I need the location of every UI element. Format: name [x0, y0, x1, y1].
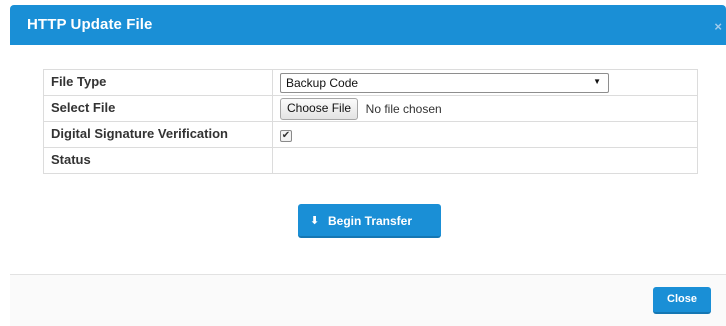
table-row: Select File Choose File No file chosen — [43, 95, 698, 122]
begin-transfer-button[interactable]: ⬇ Begin Transfer — [298, 204, 441, 238]
table-row: Digital Signature Verification ✔ — [43, 121, 698, 148]
file-chosen-status: No file chosen — [365, 102, 442, 116]
signature-verification-checkbox[interactable]: ✔ — [280, 130, 292, 142]
update-form-table: File Type Backup Code ▼ Select File Choo… — [43, 69, 698, 174]
table-row: File Type Backup Code ▼ — [43, 69, 698, 96]
http-update-file-dialog: HTTP Update File × File Type Backup Code… — [0, 0, 726, 326]
select-file-label: Select File — [43, 95, 273, 122]
dropdown-arrow-icon: ▼ — [593, 77, 601, 86]
file-type-selected-value: Backup Code — [286, 76, 359, 90]
table-row: Status — [43, 147, 698, 174]
download-icon: ⬇ — [310, 215, 320, 227]
choose-file-button[interactable]: Choose File — [280, 98, 359, 120]
modal-body: File Type Backup Code ▼ Select File Choo… — [10, 45, 726, 274]
modal-title: HTTP Update File — [27, 16, 153, 33]
modal-footer: Close — [10, 274, 726, 326]
file-type-select[interactable]: Backup Code ▼ — [280, 73, 609, 93]
file-type-cell: Backup Code ▼ — [272, 69, 698, 96]
file-type-label: File Type — [43, 69, 273, 96]
close-icon[interactable]: × — [714, 19, 722, 34]
select-file-cell: Choose File No file chosen — [272, 95, 698, 122]
status-label: Status — [43, 147, 273, 174]
begin-transfer-label: Begin Transfer — [328, 214, 413, 228]
signature-verification-label: Digital Signature Verification — [43, 121, 273, 148]
close-button[interactable]: Close — [653, 287, 711, 314]
status-value — [272, 147, 698, 174]
modal-header: HTTP Update File × — [10, 5, 726, 45]
signature-verification-cell: ✔ — [272, 121, 698, 148]
